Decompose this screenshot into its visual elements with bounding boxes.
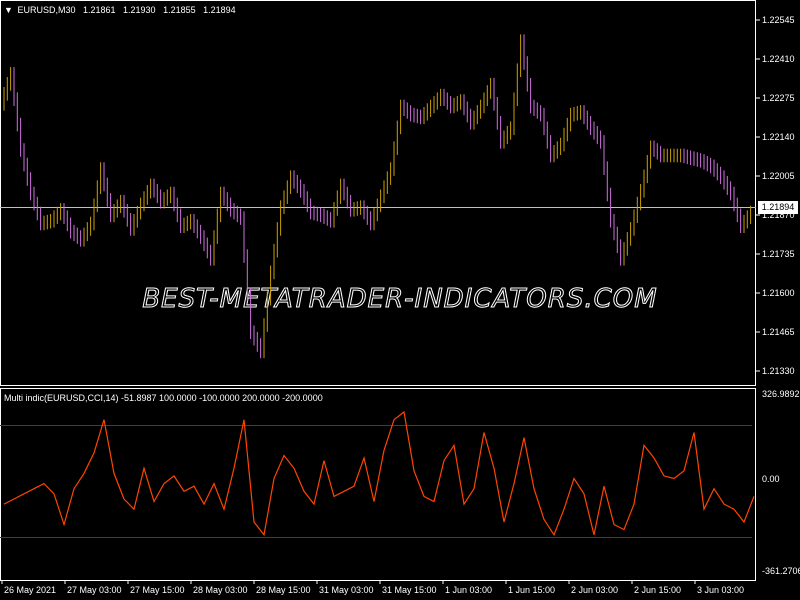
time-label: 27 May 03:00 (67, 585, 122, 595)
price-tick-label: 1.22410 (762, 54, 795, 64)
price-axis: 1.22545 1.22410 1.22275 1.22140 1.22005 1.218… (756, 15, 795, 376)
time-label: 3 Jun 03:00 (697, 585, 744, 595)
time-label: 31 May 03:00 (319, 585, 374, 595)
time-label: 2 Jun 03:00 (571, 585, 618, 595)
indicator-tick-label: 0.00 (762, 474, 780, 484)
indicator-tick-label: -361.2706 (762, 566, 800, 576)
time-axis: 26 May 2021 27 May 03:00 27 May 15:00 28 Ma… (1, 581, 744, 595)
price-tick-label: 1.22275 (762, 93, 795, 103)
time-label: 31 May 15:00 (382, 585, 437, 595)
time-label: 28 May 15:00 (256, 585, 311, 595)
main-panel-frame (0, 0, 756, 386)
time-label: 1 Jun 15:00 (508, 585, 555, 595)
watermark-text: BEST-METATRADER-INDICATORS.COM (142, 284, 657, 314)
price-tick-label: 1.22545 (762, 15, 795, 25)
time-label: 1 Jun 03:00 (445, 585, 492, 595)
time-label: 27 May 15:00 (130, 585, 185, 595)
symbol-header: ▼ EURUSD,M30 1.21861 1.21930 1.21855 1.2… (4, 5, 236, 15)
indicator-panel-frame (0, 388, 756, 581)
price-tick-label: 1.21600 (762, 288, 795, 298)
trading-chart[interactable]: ▼ EURUSD,M30 1.21861 1.21930 1.21855 1.2… (0, 0, 800, 600)
current-price-label: 1.21894 (758, 201, 798, 214)
price-tick-label: 1.22005 (762, 171, 795, 181)
price-tick-label: 1.21330 (762, 366, 795, 376)
time-label: 2 Jun 15:00 (634, 585, 681, 595)
time-label: 28 May 03:00 (193, 585, 248, 595)
indicator-tick-label: 326.9892 (762, 389, 800, 399)
indicator-axis: 326.9892 0.00 -361.2706 (762, 389, 800, 576)
dropdown-arrow-icon: ▼ (4, 5, 13, 15)
cci-line (3, 410, 755, 537)
price-tick-label: 1.21735 (762, 249, 795, 259)
indicator-header: Multi indic(EURUSD,CCI,14) -51.8987 100.… (4, 393, 323, 403)
price-tick-label: 1.22140 (762, 132, 795, 142)
time-label: 26 May 2021 (4, 585, 56, 595)
price-tick-label: 1.21465 (762, 327, 795, 337)
